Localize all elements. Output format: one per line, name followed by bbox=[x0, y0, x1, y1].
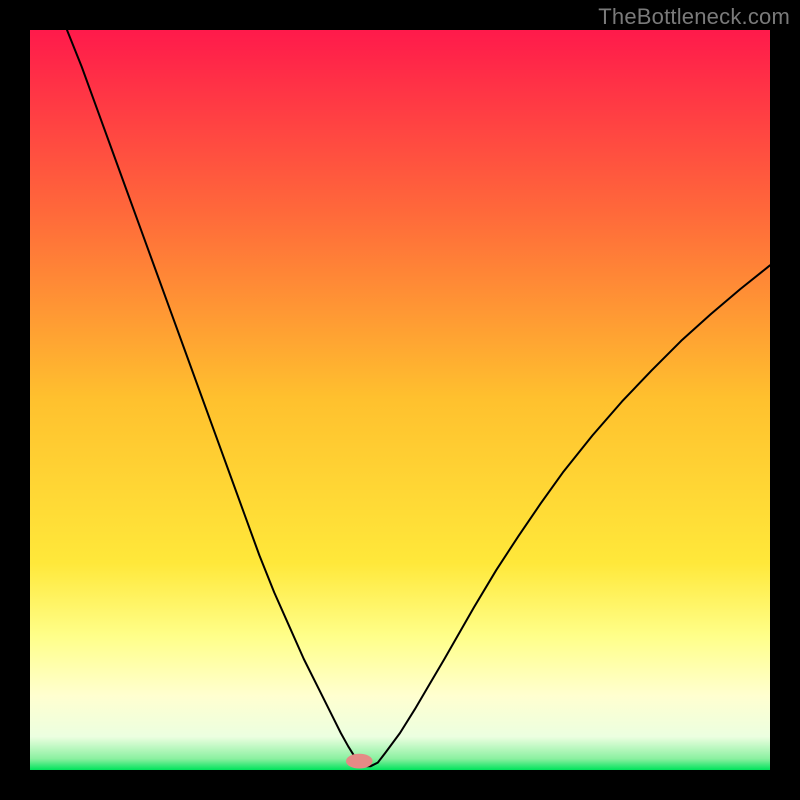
chart-frame: TheBottleneck.com bbox=[0, 0, 800, 800]
watermark-text: TheBottleneck.com bbox=[598, 4, 790, 30]
gradient-background bbox=[30, 30, 770, 770]
chart-svg bbox=[30, 30, 770, 770]
optimum-marker bbox=[346, 754, 373, 769]
plot-area bbox=[30, 30, 770, 770]
